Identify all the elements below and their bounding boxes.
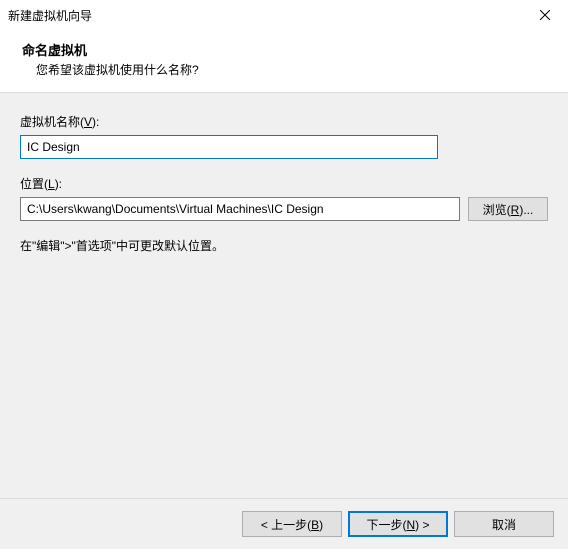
browse-button[interactable]: 浏览(R)...: [468, 197, 548, 221]
window-title: 新建虚拟机向导: [8, 7, 92, 24]
close-button[interactable]: [522, 0, 568, 30]
location-field: 位置(L): 浏览(R)...: [20, 175, 548, 221]
page-title: 命名虚拟机: [22, 40, 546, 59]
wizard-header: 命名虚拟机 您希望该虚拟机使用什么名称?: [0, 30, 568, 93]
page-subtitle: 您希望该虚拟机使用什么名称?: [22, 61, 546, 78]
close-icon: [540, 10, 550, 20]
vm-name-input[interactable]: [20, 135, 438, 159]
location-row: 浏览(R)...: [20, 197, 548, 221]
titlebar: 新建虚拟机向导: [0, 0, 568, 30]
next-button[interactable]: 下一步(N) >: [348, 511, 448, 537]
location-input[interactable]: [20, 197, 460, 221]
hint-text: 在"编辑">"首选项"中可更改默认位置。: [20, 237, 548, 254]
location-label: 位置(L):: [20, 175, 548, 192]
cancel-button[interactable]: 取消: [454, 511, 554, 537]
vm-name-label: 虚拟机名称(V):: [20, 113, 548, 130]
wizard-dialog: 新建虚拟机向导 命名虚拟机 您希望该虚拟机使用什么名称? 虚拟机名称(V): 位…: [0, 0, 568, 549]
back-button[interactable]: < 上一步(B): [242, 511, 342, 537]
vm-name-field: 虚拟机名称(V):: [20, 113, 548, 159]
wizard-content: 虚拟机名称(V): 位置(L): 浏览(R)... 在"编辑">"首选项"中可更…: [0, 93, 568, 498]
wizard-footer: < 上一步(B) 下一步(N) > 取消: [0, 498, 568, 549]
